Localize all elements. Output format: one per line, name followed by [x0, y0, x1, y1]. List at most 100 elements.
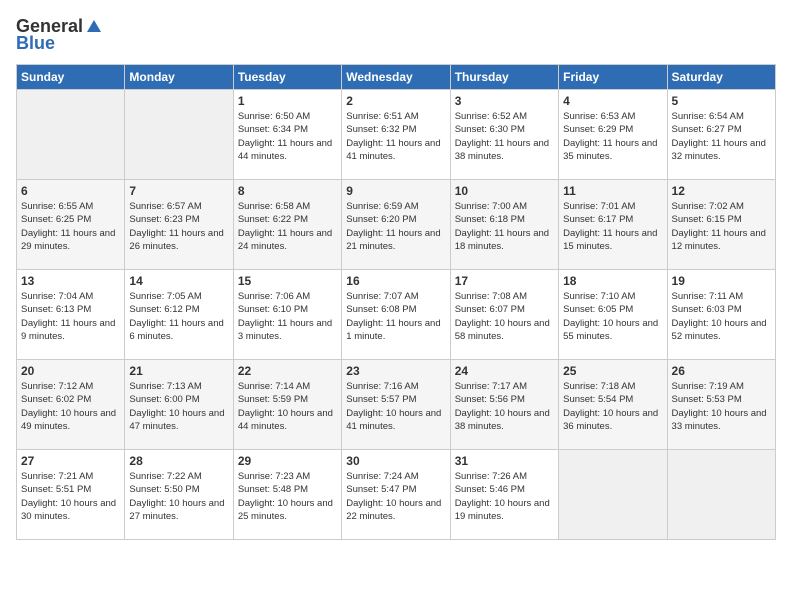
calendar-cell: [17, 90, 125, 180]
day-number: 12: [672, 184, 771, 198]
calendar-cell: 20 Sunrise: 7:12 AM Sunset: 6:02 PM Dayli…: [17, 360, 125, 450]
logo-icon: [85, 18, 103, 36]
calendar-cell: 7Sunrise: 6:57 AM Sunset: 6:23 PM Daylig…: [125, 180, 233, 270]
day-number: 6: [21, 184, 120, 198]
day-info: Sunrise: 7:10 AM Sunset: 6:05 PM Dayligh…: [563, 290, 662, 343]
day-info: Sunrise: 7:11 AM Sunset: 6:03 PM Dayligh…: [672, 290, 771, 343]
day-number: 4: [563, 94, 662, 108]
calendar-cell: 29Sunrise: 7:23 AM Sunset: 5:48 PM Dayli…: [233, 450, 341, 540]
day-info: Sunrise: 6:55 AM Sunset: 6:25 PM Dayligh…: [21, 200, 120, 253]
day-info: Sunrise: 6:51 AM Sunset: 6:32 PM Dayligh…: [346, 110, 445, 163]
calendar-cell: 12Sunrise: 7:02 AM Sunset: 6:15 PM Dayli…: [667, 180, 775, 270]
day-number: 14: [129, 274, 228, 288]
day-info: Sunrise: 6:59 AM Sunset: 6:20 PM Dayligh…: [346, 200, 445, 253]
day-number: 11: [563, 184, 662, 198]
day-info: Sunrise: 7:13 AM Sunset: 6:00 PM Dayligh…: [129, 380, 228, 433]
day-number: 2: [346, 94, 445, 108]
week-row-1: 1 Sunrise: 6:50 AM Sunset: 6:34 PM Daylig…: [17, 90, 776, 180]
day-number: 18: [563, 274, 662, 288]
day-info: Sunrise: 7:18 AM Sunset: 5:54 PM Dayligh…: [563, 380, 662, 433]
day-info: Sunrise: 7:12 AM Sunset: 6:02 PM Dayligh…: [21, 380, 120, 433]
day-info: Sunrise: 7:26 AM Sunset: 5:46 PM Dayligh…: [455, 470, 554, 523]
day-info: Sunrise: 7:19 AM Sunset: 5:53 PM Dayligh…: [672, 380, 771, 433]
calendar-cell: 24 Sunrise: 7:17 AM Sunset: 5:56 PM Dayli…: [450, 360, 558, 450]
calendar-cell: 14 Sunrise: 7:05 AM Sunset: 6:12 PM Dayli…: [125, 270, 233, 360]
day-number: 8: [238, 184, 337, 198]
day-number: 5: [672, 94, 771, 108]
day-info: Sunrise: 7:00 AM Sunset: 6:18 PM Dayligh…: [455, 200, 554, 253]
day-info: Sunrise: 7:16 AM Sunset: 5:57 PM Dayligh…: [346, 380, 445, 433]
day-number: 30: [346, 454, 445, 468]
day-number: 21: [129, 364, 228, 378]
calendar-cell: 30 Sunrise: 7:24 AM Sunset: 5:47 PM Dayli…: [342, 450, 450, 540]
calendar-cell: 8 Sunrise: 6:58 AM Sunset: 6:22 PM Daylig…: [233, 180, 341, 270]
day-number: 26: [672, 364, 771, 378]
day-number: 7: [129, 184, 228, 198]
calendar-header-row: SundayMondayTuesdayWednesdayThursdayFrid…: [17, 65, 776, 90]
day-number: 20: [21, 364, 120, 378]
calendar-cell: 9Sunrise: 6:59 AM Sunset: 6:20 PM Daylig…: [342, 180, 450, 270]
calendar-cell: 28 Sunrise: 7:22 AM Sunset: 5:50 PM Dayli…: [125, 450, 233, 540]
day-info: Sunrise: 7:22 AM Sunset: 5:50 PM Dayligh…: [129, 470, 228, 523]
day-info: Sunrise: 7:08 AM Sunset: 6:07 PM Dayligh…: [455, 290, 554, 343]
day-header-tuesday: Tuesday: [233, 65, 341, 90]
day-info: Sunrise: 7:17 AM Sunset: 5:56 PM Dayligh…: [455, 380, 554, 433]
day-number: 31: [455, 454, 554, 468]
day-info: Sunrise: 6:54 AM Sunset: 6:27 PM Dayligh…: [672, 110, 771, 163]
day-info: Sunrise: 7:24 AM Sunset: 5:47 PM Dayligh…: [346, 470, 445, 523]
day-info: Sunrise: 6:53 AM Sunset: 6:29 PM Dayligh…: [563, 110, 662, 163]
day-info: Sunrise: 6:58 AM Sunset: 6:22 PM Dayligh…: [238, 200, 337, 253]
day-info: Sunrise: 7:01 AM Sunset: 6:17 PM Dayligh…: [563, 200, 662, 253]
calendar-cell: 4 Sunrise: 6:53 AM Sunset: 6:29 PM Daylig…: [559, 90, 667, 180]
day-info: Sunrise: 7:04 AM Sunset: 6:13 PM Dayligh…: [21, 290, 120, 343]
day-header-wednesday: Wednesday: [342, 65, 450, 90]
day-number: 25: [563, 364, 662, 378]
day-info: Sunrise: 6:52 AM Sunset: 6:30 PM Dayligh…: [455, 110, 554, 163]
calendar-cell: 13 Sunrise: 7:04 AM Sunset: 6:13 PM Dayli…: [17, 270, 125, 360]
day-header-sunday: Sunday: [17, 65, 125, 90]
day-header-thursday: Thursday: [450, 65, 558, 90]
logo: General Blue: [16, 16, 103, 54]
header: General Blue: [16, 16, 776, 54]
logo-blue-text: Blue: [16, 33, 55, 54]
calendar-cell: 2 Sunrise: 6:51 AM Sunset: 6:32 PM Daylig…: [342, 90, 450, 180]
day-number: 15: [238, 274, 337, 288]
day-number: 23: [346, 364, 445, 378]
calendar-cell: 25 Sunrise: 7:18 AM Sunset: 5:54 PM Dayli…: [559, 360, 667, 450]
day-number: 24: [455, 364, 554, 378]
day-info: Sunrise: 7:07 AM Sunset: 6:08 PM Dayligh…: [346, 290, 445, 343]
day-number: 22: [238, 364, 337, 378]
day-number: 3: [455, 94, 554, 108]
day-number: 10: [455, 184, 554, 198]
week-row-3: 13 Sunrise: 7:04 AM Sunset: 6:13 PM Dayli…: [17, 270, 776, 360]
day-number: 27: [21, 454, 120, 468]
calendar-cell: 18 Sunrise: 7:10 AM Sunset: 6:05 PM Dayli…: [559, 270, 667, 360]
calendar-cell: 6 Sunrise: 6:55 AM Sunset: 6:25 PM Daylig…: [17, 180, 125, 270]
day-number: 28: [129, 454, 228, 468]
day-info: Sunrise: 7:21 AM Sunset: 5:51 PM Dayligh…: [21, 470, 120, 523]
calendar-cell: [667, 450, 775, 540]
calendar-cell: [125, 90, 233, 180]
calendar-cell: 21 Sunrise: 7:13 AM Sunset: 6:00 PM Dayli…: [125, 360, 233, 450]
calendar-cell: 1 Sunrise: 6:50 AM Sunset: 6:34 PM Daylig…: [233, 90, 341, 180]
day-info: Sunrise: 7:14 AM Sunset: 5:59 PM Dayligh…: [238, 380, 337, 433]
day-header-saturday: Saturday: [667, 65, 775, 90]
calendar-cell: 31 Sunrise: 7:26 AM Sunset: 5:46 PM Dayli…: [450, 450, 558, 540]
calendar-cell: 17 Sunrise: 7:08 AM Sunset: 6:07 PM Dayli…: [450, 270, 558, 360]
day-info: Sunrise: 7:06 AM Sunset: 6:10 PM Dayligh…: [238, 290, 337, 343]
day-info: Sunrise: 7:05 AM Sunset: 6:12 PM Dayligh…: [129, 290, 228, 343]
calendar-cell: 16 Sunrise: 7:07 AM Sunset: 6:08 PM Dayli…: [342, 270, 450, 360]
day-header-monday: Monday: [125, 65, 233, 90]
calendar-cell: 27 Sunrise: 7:21 AM Sunset: 5:51 PM Dayli…: [17, 450, 125, 540]
calendar-cell: [559, 450, 667, 540]
week-row-4: 20 Sunrise: 7:12 AM Sunset: 6:02 PM Dayli…: [17, 360, 776, 450]
day-number: 1: [238, 94, 337, 108]
day-number: 17: [455, 274, 554, 288]
calendar-cell: 22 Sunrise: 7:14 AM Sunset: 5:59 PM Dayli…: [233, 360, 341, 450]
day-number: 16: [346, 274, 445, 288]
day-header-friday: Friday: [559, 65, 667, 90]
day-number: 29: [238, 454, 337, 468]
day-number: 13: [21, 274, 120, 288]
calendar-cell: 10 Sunrise: 7:00 AM Sunset: 6:18 PM Dayli…: [450, 180, 558, 270]
day-info: Sunrise: 6:50 AM Sunset: 6:34 PM Dayligh…: [238, 110, 337, 163]
